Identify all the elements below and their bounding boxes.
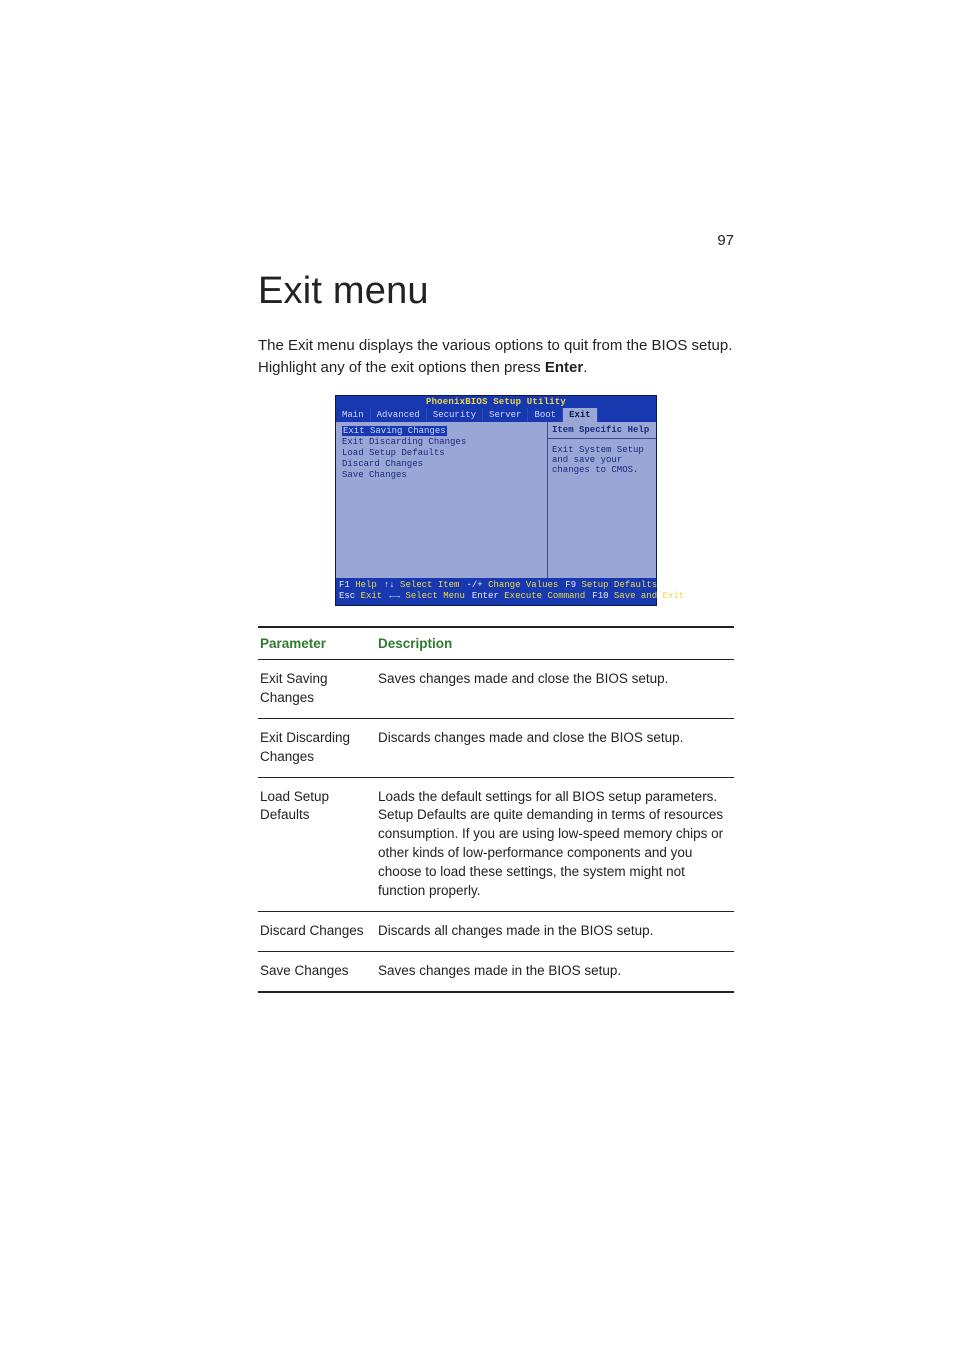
col-description: Description xyxy=(378,627,734,660)
bios-menu-list: Exit Saving Changes Exit Discarding Chan… xyxy=(336,422,548,578)
col-parameter: Parameter xyxy=(258,627,378,660)
bios-item-exit-saving: Exit Saving Changes xyxy=(342,426,447,436)
key-label: F9 xyxy=(565,580,576,590)
bios-item-discard-changes: Discard Changes xyxy=(342,459,541,469)
table-row: Exit Saving Changes Saves changes made a… xyxy=(258,660,734,719)
bios-tab-boot: Boot xyxy=(528,408,563,422)
bios-key-leftright: ←→ Select Menu xyxy=(389,591,465,602)
key-action: Execute Command xyxy=(504,591,585,601)
key-action: Exit xyxy=(361,591,383,601)
bios-tab-main: Main xyxy=(336,408,371,422)
param-cell: Save Changes xyxy=(258,951,378,991)
bios-tab-server: Server xyxy=(483,408,528,422)
bios-tab-exit: Exit xyxy=(563,408,598,422)
page-number: 97 xyxy=(717,232,734,249)
bios-item-load-defaults: Load Setup Defaults xyxy=(342,448,541,458)
bios-item-exit-discarding: Exit Discarding Changes xyxy=(342,437,541,447)
bios-help-panel: Item Specific Help Exit System Setup and… xyxy=(548,422,656,578)
bios-item-save-changes: Save Changes xyxy=(342,470,541,480)
desc-cell: Loads the default settings for all BIOS … xyxy=(378,777,734,911)
bios-key-f9: F9 Setup Defaults xyxy=(565,580,657,591)
intro-bold: Enter xyxy=(545,359,583,376)
param-cell: Load Setup Defaults xyxy=(258,777,378,911)
key-action: Help xyxy=(355,580,377,590)
table-row: Exit Discarding Changes Discards changes… xyxy=(258,718,734,777)
bios-key-row-1: F1 Help ↑↓ Select Item -/+ Change Values… xyxy=(339,580,653,591)
key-label: -/+ xyxy=(466,580,482,590)
intro-text-1: The Exit menu displays the various optio… xyxy=(258,337,732,376)
key-action: Setup Defaults xyxy=(582,580,658,590)
key-action: Select Menu xyxy=(405,591,464,601)
bios-body: Exit Saving Changes Exit Discarding Chan… xyxy=(336,422,656,578)
param-cell: Exit Saving Changes xyxy=(258,660,378,719)
key-label: F1 xyxy=(339,580,350,590)
bios-key-enter: Enter Execute Command xyxy=(472,591,585,602)
bios-key-f10: F10 Save and Exit xyxy=(592,591,684,602)
bios-help-title: Item Specific Help xyxy=(548,422,656,439)
bios-help-body: Exit System Setup and save your changes … xyxy=(548,439,656,481)
page-title: Exit menu xyxy=(258,270,734,313)
key-action: Select Item xyxy=(400,580,459,590)
bios-screenshot: PhoenixBIOS Setup Utility Main Advanced … xyxy=(335,395,657,607)
key-label: ↑↓ xyxy=(384,580,395,590)
bios-key-f1: F1 Help xyxy=(339,580,377,591)
bios-tab-bar: Main Advanced Security Server Boot Exit xyxy=(336,408,656,422)
document-page: 97 Exit menu The Exit menu displays the … xyxy=(0,0,954,1351)
intro-paragraph: The Exit menu displays the various optio… xyxy=(258,335,734,379)
bios-tab-security: Security xyxy=(427,408,483,422)
bios-tab-advanced: Advanced xyxy=(371,408,427,422)
bios-key-updown: ↑↓ Select Item xyxy=(384,580,460,591)
param-cell: Discard Changes xyxy=(258,911,378,951)
bios-key-row-2: Esc Exit ←→ Select Menu Enter Execute Co… xyxy=(339,591,653,602)
bios-key-hints: F1 Help ↑↓ Select Item -/+ Change Values… xyxy=(336,578,656,606)
intro-text-2: . xyxy=(583,359,587,376)
key-label: Esc xyxy=(339,591,355,601)
desc-cell: Discards changes made and close the BIOS… xyxy=(378,718,734,777)
desc-cell: Discards all changes made in the BIOS se… xyxy=(378,911,734,951)
table-row: Save Changes Saves changes made in the B… xyxy=(258,951,734,991)
desc-cell: Saves changes made and close the BIOS se… xyxy=(378,660,734,719)
desc-cell: Saves changes made in the BIOS setup. xyxy=(378,951,734,991)
key-label: ←→ xyxy=(389,591,400,601)
param-cell: Exit Discarding Changes xyxy=(258,718,378,777)
parameter-table: Parameter Description Exit Saving Change… xyxy=(258,626,734,993)
table-row: Load Setup Defaults Loads the default se… xyxy=(258,777,734,911)
key-label: Enter xyxy=(472,591,499,601)
bios-window-title: PhoenixBIOS Setup Utility xyxy=(336,396,656,408)
key-action: Change Values xyxy=(488,580,558,590)
key-label: F10 xyxy=(592,591,608,601)
bios-key-plusminus: -/+ Change Values xyxy=(466,580,558,591)
table-row: Discard Changes Discards all changes mad… xyxy=(258,911,734,951)
key-action: Save and Exit xyxy=(614,591,684,601)
bios-key-esc: Esc Exit xyxy=(339,591,382,602)
table-header-row: Parameter Description xyxy=(258,627,734,660)
